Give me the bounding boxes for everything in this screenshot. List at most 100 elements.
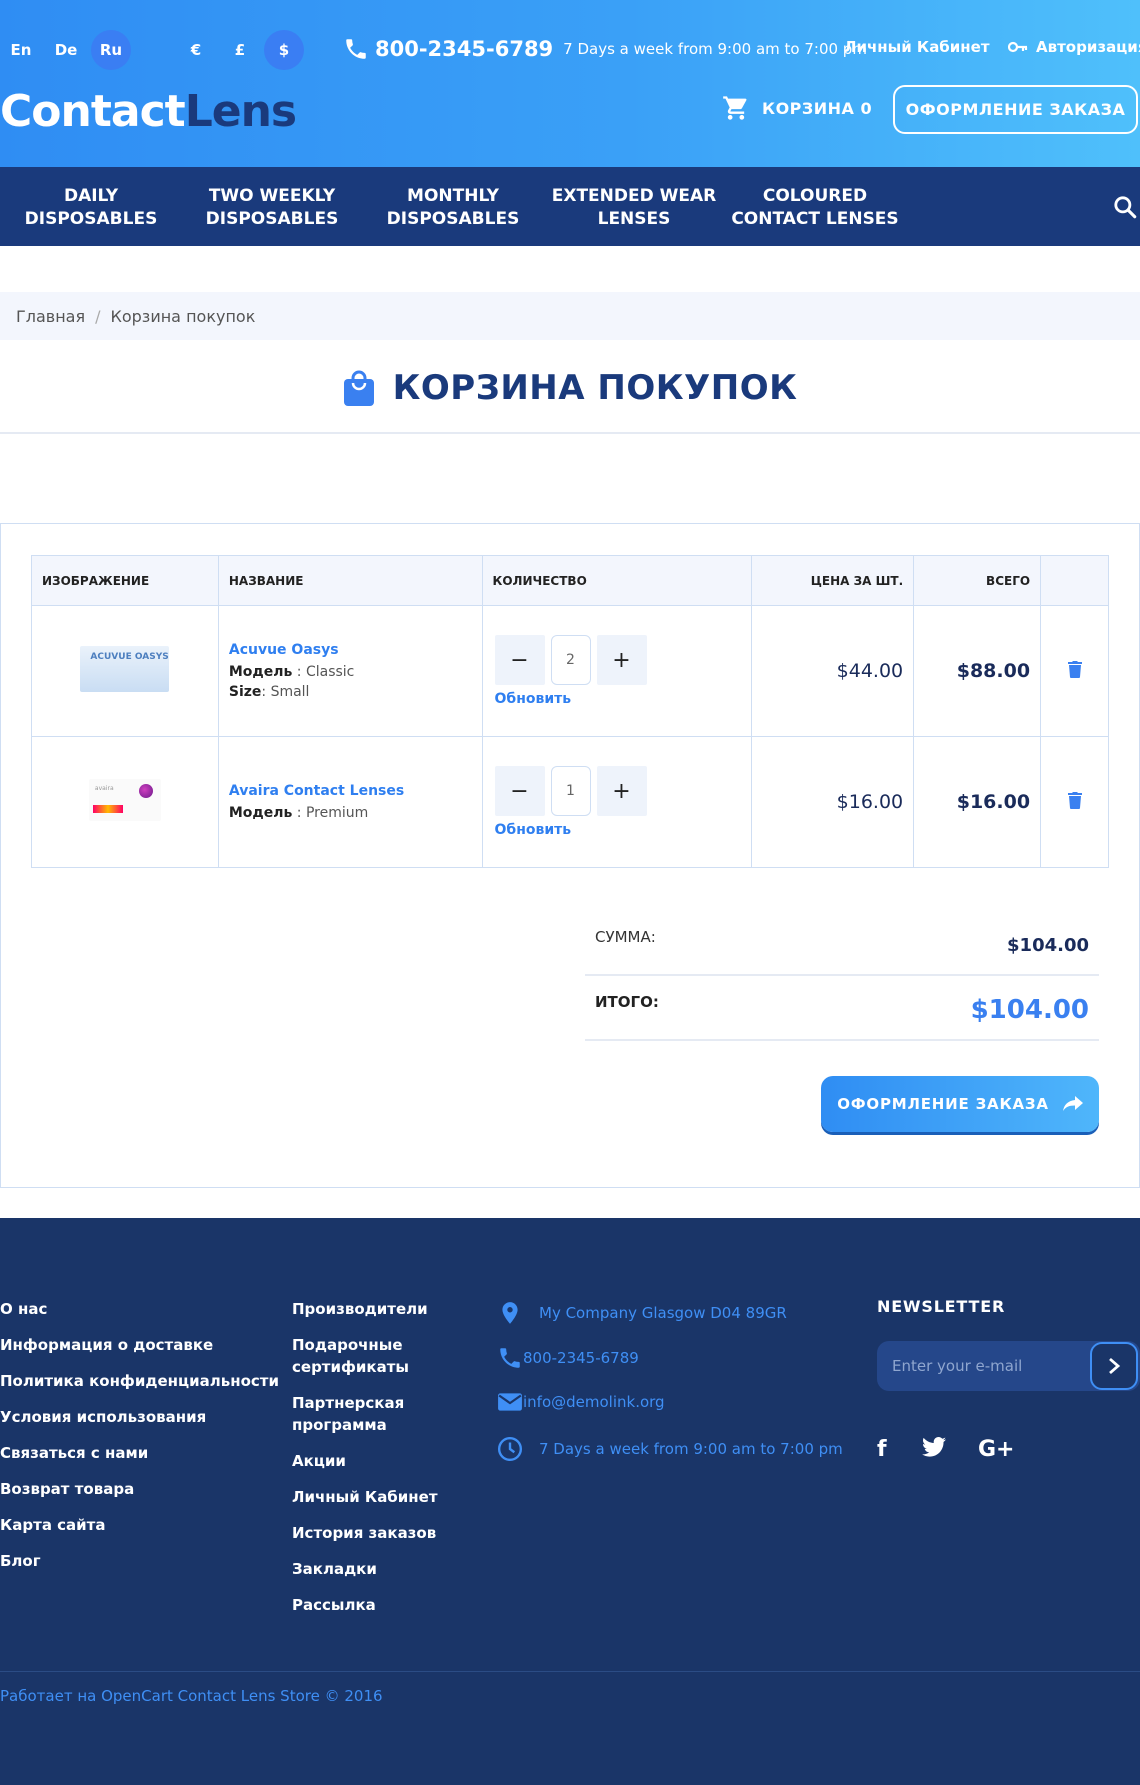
table-row: avaira Avaira Contact Lenses Модель : Pr… <box>31 736 1109 868</box>
subtotal-row: СУММА: $104.00 <box>585 923 1099 976</box>
table-row: ACUVUE OASYS Acuvue Oasys Модель : Class… <box>31 605 1109 737</box>
product-name-link[interactable]: Acuvue Oasys <box>229 642 339 658</box>
currency-eur[interactable]: € <box>186 32 206 68</box>
breadcrumb-separator: / <box>95 306 101 326</box>
product-image-acuvue[interactable]: ACUVUE OASYS <box>80 646 170 692</box>
footer-divider <box>0 1671 1140 1672</box>
mail-icon <box>498 1393 522 1411</box>
footer-link[interactable]: Условия использования <box>0 1406 279 1428</box>
footer-link[interactable]: Партнерская программа <box>292 1392 442 1436</box>
google-plus-icon[interactable]: G+ <box>978 1437 1015 1462</box>
decrement-button[interactable]: − <box>494 635 545 685</box>
footer-phone: 800-2345-6789 <box>497 1345 639 1371</box>
login-link[interactable]: Авторизация <box>1008 38 1140 56</box>
footer-link[interactable]: Возврат товара <box>0 1478 279 1500</box>
breadcrumb: Главная / Корзина покупок <box>0 292 1140 340</box>
newsletter-title: NEWSLETTER <box>877 1297 1006 1316</box>
phone-icon <box>500 1348 520 1368</box>
product-image-cell: ACUVUE OASYS <box>31 605 219 737</box>
top-header <box>0 0 1140 167</box>
footer-link[interactable]: Производители <box>292 1298 442 1320</box>
cart-button[interactable]: КОРЗИНА 0 <box>722 94 872 122</box>
cart-icon <box>723 96 747 120</box>
checkout-label: ОФОРМЛЕНИЕ ЗАКАЗА <box>837 1095 1049 1113</box>
nav-two-weekly[interactable]: TWO WEEKLY DISPOSABLES <box>182 185 362 231</box>
phone-number[interactable]: 800-2345-6789 <box>375 37 553 61</box>
breadcrumb-home[interactable]: Главная <box>16 307 85 326</box>
nav-monthly[interactable]: MONTHLY DISPOSABLES <box>363 185 543 231</box>
line-total: $16.00 <box>913 736 1042 868</box>
nav-extended-wear[interactable]: EXTENDED WEAR LENSES <box>544 185 724 231</box>
cart-label: КОРЗИНА 0 <box>762 98 873 118</box>
footer-address: My Company Glasgow D04 89GR <box>497 1299 787 1327</box>
footer-email-link[interactable]: info@demolink.org <box>523 1393 665 1411</box>
footer-link[interactable]: Блог <box>0 1550 279 1572</box>
quantity-input[interactable]: 2 <box>550 635 591 685</box>
lang-ru[interactable]: Ru <box>91 30 131 70</box>
chevron-right-icon <box>1109 1357 1121 1375</box>
quantity-input[interactable]: 1 <box>550 766 591 816</box>
col-image: ИЗОБРАЖЕНИЕ <box>31 555 219 606</box>
update-link[interactable]: Обновить <box>495 691 752 707</box>
footer-link[interactable]: О нас <box>0 1298 279 1320</box>
newsletter-submit-button[interactable] <box>1090 1342 1138 1390</box>
footer-link[interactable]: Личный Кабинет <box>292 1486 442 1508</box>
product-name-link[interactable]: Avaira Contact Lenses <box>229 783 404 799</box>
clock-icon <box>497 1436 523 1462</box>
nav-coloured[interactable]: COLOURED CONTACT LENSES <box>725 185 905 231</box>
footer-link[interactable]: Рассылка <box>292 1594 442 1616</box>
logo[interactable]: ContactLens <box>0 86 297 137</box>
twitter-icon[interactable] <box>922 1437 946 1463</box>
col-quantity: КОЛИЧЕСТВО <box>481 555 753 606</box>
nav-daily-disposables[interactable]: DAILY DISPOSABLES <box>1 185 181 231</box>
increment-button[interactable]: + <box>596 766 647 816</box>
increment-button[interactable]: + <box>596 635 647 685</box>
facebook-icon[interactable]: f <box>877 1437 887 1462</box>
share-arrow-icon <box>1062 1096 1083 1111</box>
footer-link[interactable]: Связаться с нами <box>0 1442 279 1464</box>
trash-icon[interactable] <box>1067 661 1083 682</box>
breadcrumb-current: Корзина покупок <box>110 306 256 326</box>
login-label: Авторизация <box>1036 38 1140 56</box>
product-image-cell: avaira <box>31 736 219 868</box>
footer-link[interactable]: Закладки <box>292 1558 442 1580</box>
total-row: ИТОГО: $104.00 <box>585 976 1099 1041</box>
header-checkout-button[interactable]: ОФОРМЛЕНИЕ ЗАКАЗА <box>893 85 1138 134</box>
col-unit-price: ЦЕНА ЗА ШТ. <box>751 555 915 606</box>
location-pin-icon <box>502 1302 518 1324</box>
product-info-cell: Avaira Contact Lenses Модель : Premium <box>217 736 483 868</box>
product-image-avaira[interactable]: avaira <box>88 779 161 821</box>
unit-price: $16.00 <box>751 736 915 868</box>
col-total: ВСЕГО <box>913 555 1042 606</box>
footer-link[interactable]: Подарочные сертификаты <box>292 1334 442 1378</box>
footer-link[interactable]: Карта сайта <box>0 1514 279 1536</box>
product-model: Модель : Classic <box>228 664 355 680</box>
line-total: $88.00 <box>913 605 1042 737</box>
search-icon[interactable] <box>1112 194 1138 224</box>
footer-link[interactable]: Акции <box>292 1450 442 1472</box>
footer-col-extra: Производители Подарочные сертификаты Пар… <box>292 1298 442 1630</box>
lang-en[interactable]: En <box>10 32 32 68</box>
footer-link[interactable]: История заказов <box>292 1522 442 1544</box>
trash-icon[interactable] <box>1067 792 1083 813</box>
footer-phone-link[interactable]: 800-2345-6789 <box>523 1349 639 1367</box>
update-link[interactable]: Обновить <box>495 822 752 838</box>
footer-link[interactable]: Политика конфиденциальности <box>0 1370 279 1392</box>
footer-link[interactable]: Информация о доставке <box>0 1334 279 1356</box>
checkout-button[interactable]: ОФОРМЛЕНИЕ ЗАКАЗА <box>821 1076 1099 1132</box>
total-value: $104.00 <box>970 995 1089 1025</box>
key-icon <box>1008 41 1028 53</box>
page-title-row: КОРЗИНА ПОКУПОК <box>0 363 1140 413</box>
product-size: Size: Small <box>228 684 310 700</box>
currency-gbp[interactable]: £ <box>230 32 250 68</box>
lang-de[interactable]: De <box>54 32 78 68</box>
col-remove <box>1040 555 1109 606</box>
quantity-cell: − 2 + Обновить <box>481 605 753 737</box>
quantity-cell: − 1 + Обновить <box>481 736 753 868</box>
currency-usd[interactable]: $ <box>264 30 304 70</box>
footer-col-info: О нас Информация о доставке Политика кон… <box>0 1298 279 1586</box>
remove-cell <box>1040 605 1109 737</box>
shopping-bag-icon <box>343 370 374 406</box>
account-link[interactable]: Личный Кабинет <box>844 38 990 56</box>
decrement-button[interactable]: − <box>494 766 545 816</box>
